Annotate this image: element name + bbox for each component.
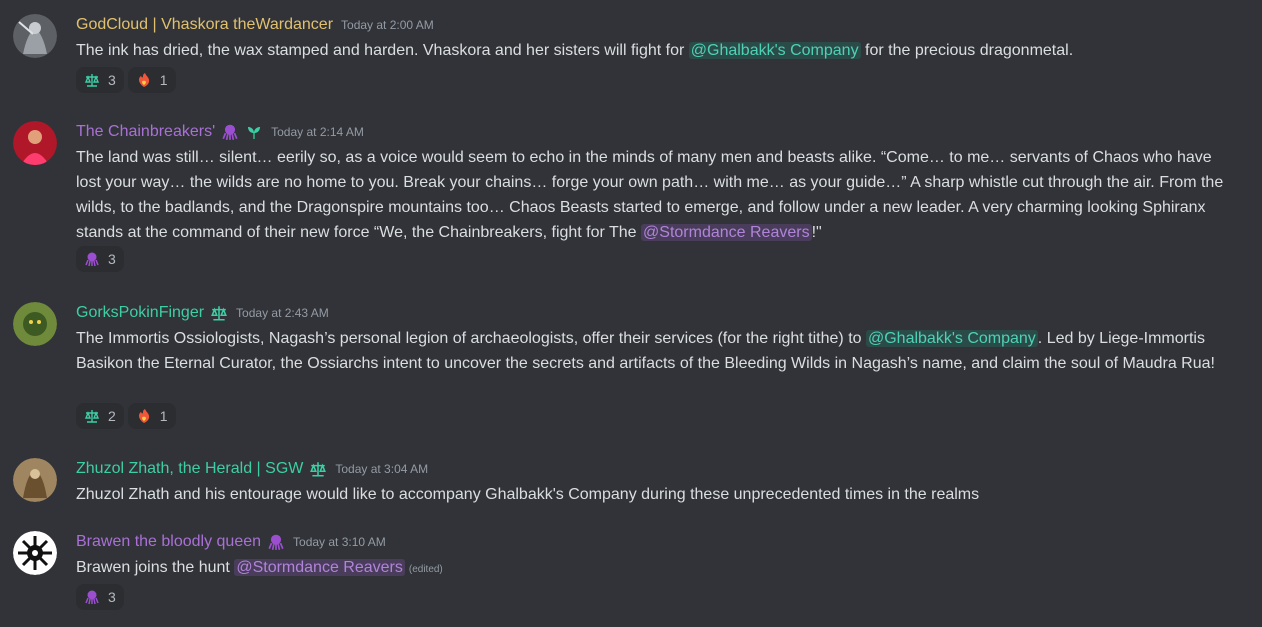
reaction-count: 3: [108, 589, 116, 605]
reaction[interactable]: 3: [76, 246, 124, 272]
fire-heart-icon: [138, 409, 149, 423]
reaction[interactable]: 3: [76, 67, 124, 93]
reaction-count: 2: [108, 408, 116, 424]
reaction[interactable]: 1: [127, 403, 176, 429]
author-name[interactable]: The Chainbreakers': [76, 123, 215, 141]
message-content: Zhuzol Zhath and his entourage would lik…: [76, 482, 1226, 507]
author-name[interactable]: GodCloud | Vhaskora theWardancer: [76, 16, 333, 34]
timestamp[interactable]: Today at 3:04 AM: [335, 462, 428, 476]
octopus-icon: [268, 534, 284, 551]
reaction[interactable]: 1: [127, 67, 176, 93]
reaction-count: 3: [108, 251, 116, 267]
avatar[interactable]: [13, 121, 57, 165]
reactions: 3: [76, 584, 124, 610]
avatar[interactable]: [13, 14, 57, 58]
octopus-icon: [85, 252, 99, 267]
role-mention[interactable]: @Stormdance Reavers: [234, 559, 405, 576]
message-header: Brawen the bloodly queen Today at 3:10 A…: [76, 531, 386, 553]
chat-log: GodCloud | Vhaskora theWardancer Today a…: [0, 0, 1262, 627]
author-name[interactable]: GorksPokinFinger: [76, 304, 204, 322]
scale-icon: [84, 74, 100, 87]
reaction[interactable]: 2: [76, 403, 124, 429]
fire-heart-icon: [138, 73, 149, 87]
message-text: The Immortis Ossiologists, Nagash’s pers…: [76, 330, 866, 347]
role-mention[interactable]: @Ghalbakk's Company: [865, 330, 1038, 347]
message-text: for the precious dragonmetal.: [860, 42, 1074, 59]
message-content: Brawen joins the hunt @Stormdance Reaver…: [76, 555, 1226, 582]
message-text: The ink has dried, the wax stamped and h…: [76, 42, 689, 59]
timestamp[interactable]: Today at 2:43 AM: [236, 306, 329, 320]
message-header: GorksPokinFinger Today at 2:43 AM: [76, 302, 329, 324]
avatar[interactable]: [13, 302, 57, 346]
role-mention[interactable]: @Ghalbakk's Company: [688, 42, 861, 59]
author-name[interactable]: Brawen the bloodly queen: [76, 533, 261, 551]
reaction-count: 3: [108, 72, 116, 88]
reactions: 3 1: [76, 67, 176, 93]
message-text: !": [811, 224, 822, 241]
timestamp[interactable]: Today at 3:10 AM: [293, 535, 386, 549]
avatar[interactable]: [13, 458, 57, 502]
scale-icon: [211, 306, 227, 321]
message-header: The Chainbreakers' Today at 2:14 AM: [76, 121, 364, 143]
message-text: Brawen joins the hunt: [76, 559, 235, 576]
reactions: 2 1: [76, 403, 176, 429]
scale-icon: [84, 410, 100, 423]
scale-icon: [310, 462, 327, 477]
reaction-count: 1: [159, 72, 168, 88]
author-name[interactable]: Zhuzol Zhath, the Herald | SGW: [76, 460, 303, 478]
avatar[interactable]: [13, 531, 57, 575]
message-header: Zhuzol Zhath, the Herald | SGW Today at …: [76, 458, 428, 480]
edited-label: (edited): [408, 564, 443, 575]
reactions: 3: [76, 246, 124, 272]
message-content: The ink has dried, the wax stamped and h…: [76, 38, 1226, 63]
reaction[interactable]: 3: [76, 584, 124, 610]
timestamp[interactable]: Today at 2:14 AM: [271, 125, 364, 139]
message-text: Zhuzol Zhath and his entourage would lik…: [76, 486, 980, 503]
timestamp[interactable]: Today at 2:00 AM: [341, 18, 434, 32]
reaction-count: 1: [159, 408, 168, 424]
message-header: GodCloud | Vhaskora theWardancer Today a…: [76, 14, 434, 36]
role-mention[interactable]: @Stormdance Reavers: [641, 224, 812, 241]
sprout-icon: [248, 127, 261, 139]
octopus-icon: [85, 590, 99, 605]
message-content: The Immortis Ossiologists, Nagash’s pers…: [76, 326, 1226, 376]
message-content: The land was still… silent… eerily so, a…: [76, 145, 1226, 245]
octopus-icon: [222, 124, 238, 141]
